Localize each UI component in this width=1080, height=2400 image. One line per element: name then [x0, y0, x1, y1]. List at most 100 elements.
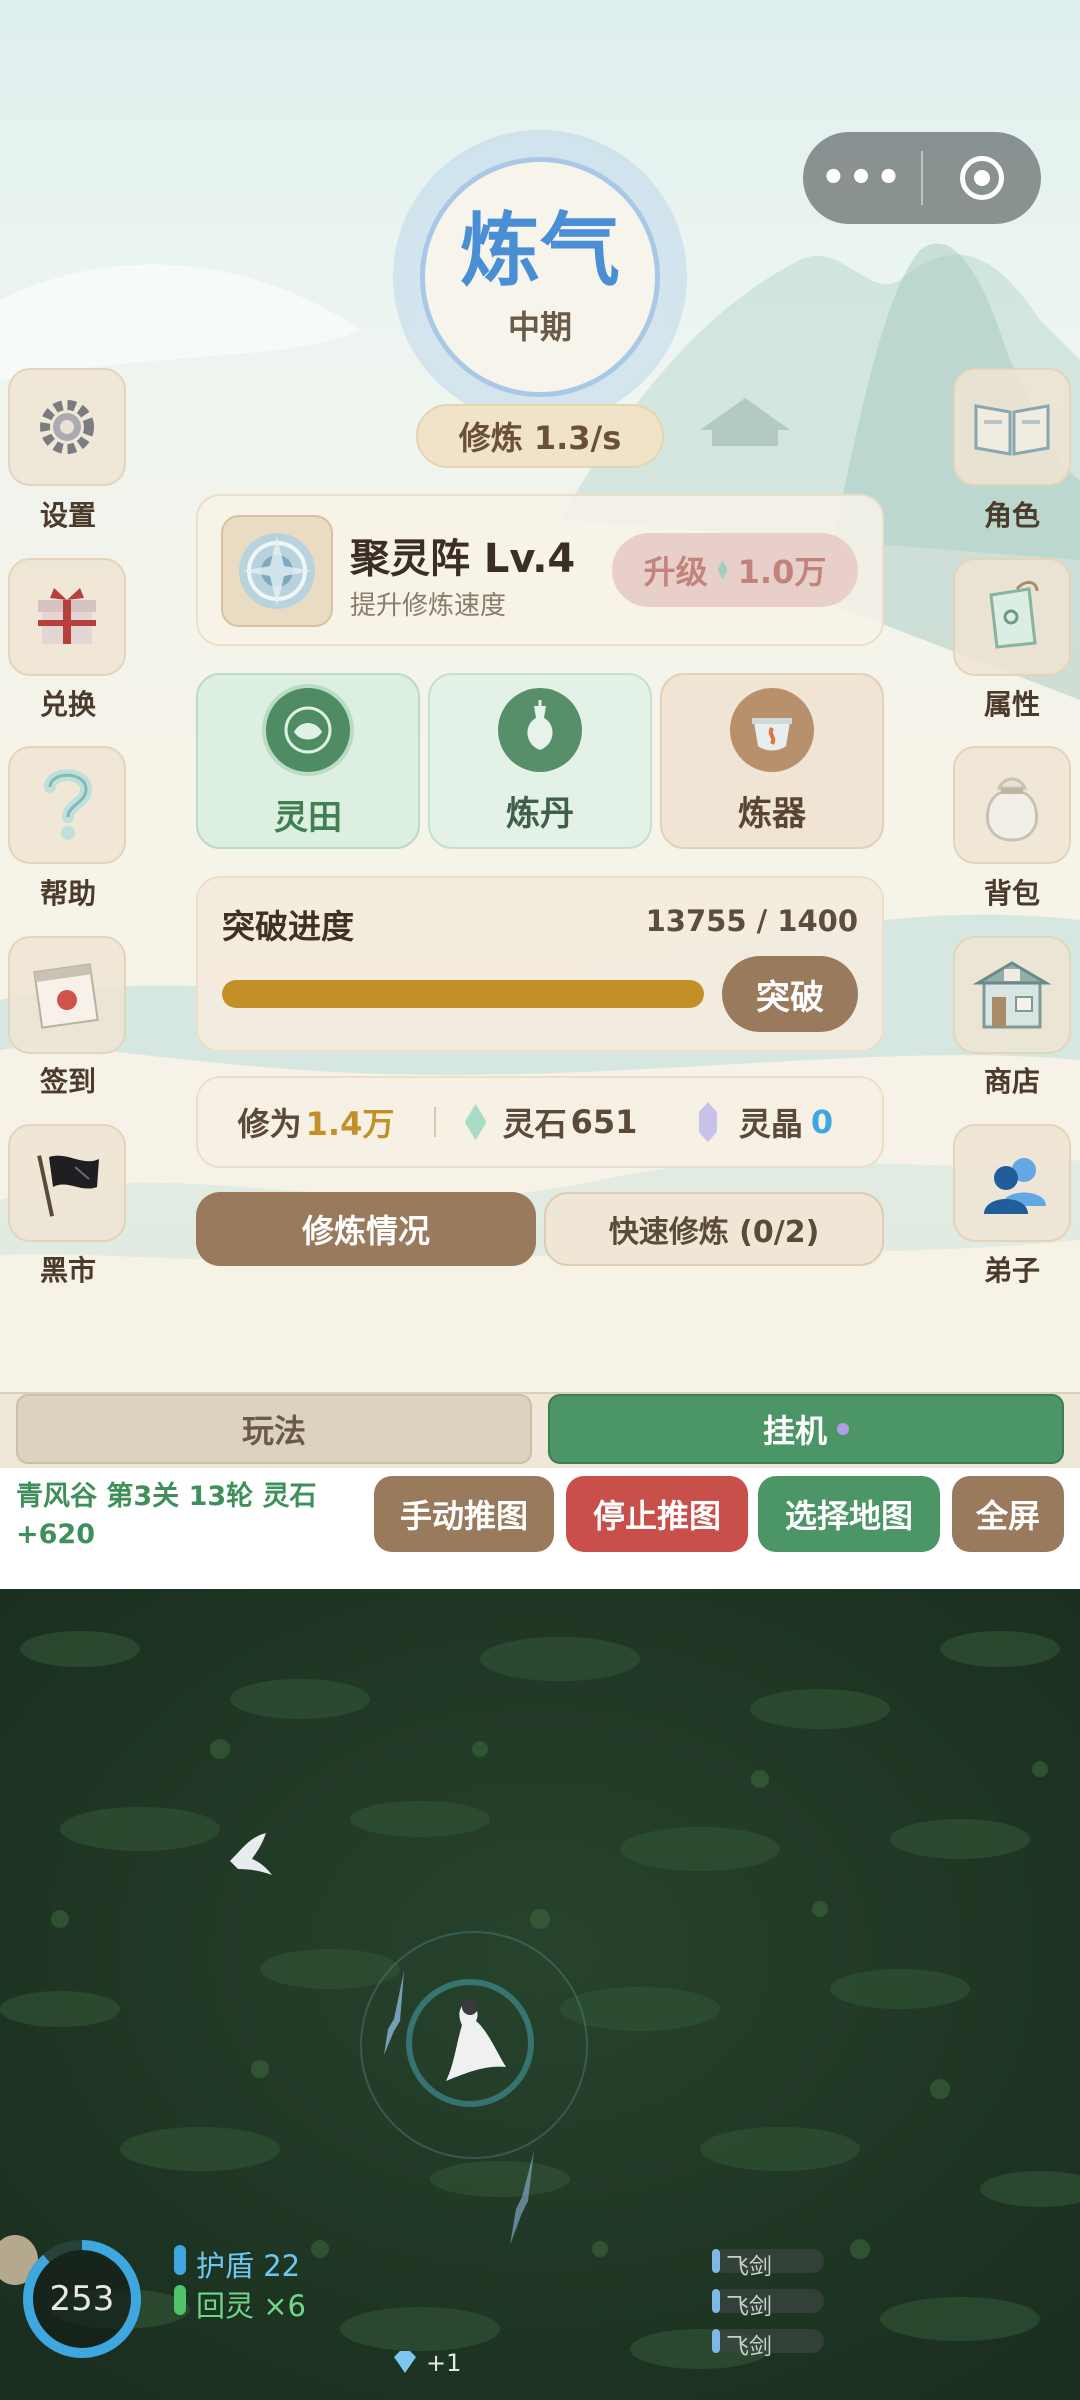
fullscreen-button[interactable]: 全屏 [952, 1476, 1064, 1552]
regen-label: 回灵 [196, 2289, 255, 2323]
cultivation-resource: 修为 1.4万 [198, 1099, 434, 1145]
side-label-help: 帮助 [39, 877, 96, 910]
spirit-array-name: 聚灵阵 Lv.4 [350, 536, 576, 582]
player-sprite [446, 1999, 506, 2081]
skill-cooldown-fill [712, 2329, 720, 2353]
side-item-help[interactable] [8, 746, 126, 864]
spirit-crystal-value: 0 [810, 1103, 834, 1141]
gem-gain: +1 [426, 2349, 462, 2377]
side-item-character[interactable] [953, 368, 1071, 486]
cultivation-status-button[interactable]: 修炼情况 [196, 1192, 536, 1266]
side-label-settings: 设置 [39, 499, 96, 532]
tile-forging-label: 炼器 [738, 793, 806, 834]
cultivation-rate: 修炼 1.3/s [416, 404, 664, 468]
spirit-stone-value: 651 [570, 1103, 638, 1141]
skill-slot: 飞剑 [712, 2289, 824, 2320]
side-item-checkin[interactable] [8, 936, 126, 1054]
tile-forging[interactable]: 炼器 [660, 673, 884, 849]
tab-idle[interactable]: 挂机 [548, 1394, 1064, 1464]
battle-field[interactable]: 253 护盾 22 回灵 ×6 +1 飞剑 飞剑 飞剑 [0, 1589, 1080, 2400]
skill-slot-label: 飞剑 [726, 2294, 772, 2320]
upgrade-button[interactable]: 升级 1.0万 [612, 533, 858, 607]
skill-slot-label: 飞剑 [726, 2334, 772, 2360]
side-label-black-market: 黑市 [39, 1254, 96, 1287]
spirit-field-icon [262, 683, 354, 776]
tag-icon [953, 558, 1071, 676]
stop-push-button[interactable]: 停止推图 [566, 1476, 748, 1552]
hp-value: 253 [49, 2279, 115, 2319]
cultivation-value: 1.4万 [305, 1105, 395, 1143]
regen-value: ×6 [263, 2289, 306, 2323]
question-icon [8, 746, 126, 864]
miniprogram-capsule: ••• [803, 132, 1041, 224]
shield-stat: 护盾 22 [196, 2243, 300, 2285]
bag-icon [953, 746, 1071, 864]
spirit-stone-label: 灵石 [502, 1105, 567, 1143]
spirit-crystal-resource: 灵晶 0 [666, 1099, 866, 1145]
tile-spirit-field-label: 灵田 [274, 797, 342, 838]
flying-sword-icon [384, 1971, 404, 2055]
shield-label: 护盾 [196, 2249, 255, 2283]
realm-stage: 中期 [507, 308, 572, 346]
side-label-checkin: 签到 [39, 1065, 96, 1098]
tab-play[interactable]: 玩法 [16, 1394, 532, 1464]
skill-cooldown-fill [712, 2249, 720, 2273]
shield-bar-icon [174, 2245, 186, 2275]
breakthrough-button[interactable]: 突破 [722, 956, 858, 1032]
realm-name: 炼气 [460, 204, 620, 297]
spirit-crystal-icon [698, 1102, 717, 1142]
select-map-button[interactable]: 选择地图 [758, 1476, 940, 1552]
quick-cultivate-button[interactable]: 快速修炼 (0/2) [544, 1192, 884, 1266]
spirit-array-icon [221, 515, 333, 627]
tab-idle-label: 挂机 [762, 1412, 827, 1450]
upgrade-cost: 1.0万 [737, 553, 827, 591]
more-dots-icon[interactable]: ••• [803, 155, 921, 201]
side-item-exchange[interactable] [8, 558, 126, 676]
skill-cooldown-fill [712, 2289, 720, 2313]
realm-badge: 炼气 中期 [420, 157, 660, 397]
stage-info: 青风谷 第3关 13轮 灵石+620 [16, 1481, 317, 1550]
skill-slot-label: 飞剑 [726, 2254, 772, 2280]
active-dot-icon [837, 1423, 849, 1435]
target-icon[interactable] [923, 156, 1041, 200]
side-item-settings[interactable] [8, 368, 126, 486]
side-item-black-market[interactable] [8, 1124, 126, 1242]
spirit-stone-icon [717, 560, 728, 580]
side-item-disciples[interactable] [953, 1124, 1071, 1242]
side-item-shop[interactable] [953, 936, 1071, 1054]
manual-push-button[interactable]: 手动推图 [374, 1476, 554, 1552]
breakthrough-progress-fill [222, 980, 704, 1008]
cultivation-screen: ••• 炼气 中期 修炼 1.3/s 设置 兑换 帮助 签到 黑市 角色 属性 … [0, 0, 1080, 1392]
alchemy-vase-icon [498, 687, 582, 772]
spirit-array-desc: 提升修炼速度 [350, 591, 507, 621]
regen-stat: 回灵 ×6 [196, 2283, 306, 2325]
side-label-attributes: 属性 [983, 688, 1040, 721]
tile-alchemy[interactable]: 炼丹 [428, 673, 652, 849]
gem-icon [394, 2351, 416, 2373]
breakthrough-title: 突破进度 [222, 907, 354, 946]
skill-slot: 飞剑 [712, 2249, 824, 2280]
tile-spirit-field[interactable]: 灵田 [196, 673, 420, 849]
upgrade-label: 升级 [643, 553, 708, 591]
disciples-icon [953, 1124, 1071, 1242]
enemy-bird-sprite [230, 1833, 272, 1875]
book-icon [953, 368, 1071, 486]
spirit-stone-resource: 灵石 651 [436, 1099, 666, 1145]
calendar-icon [8, 936, 126, 1054]
side-item-attributes[interactable] [953, 558, 1071, 676]
spirit-stone-icon [464, 1104, 487, 1140]
black-flag-icon [8, 1124, 126, 1242]
flying-sword-icon [510, 2151, 534, 2245]
breakthrough-progress-bar [222, 980, 704, 1008]
side-label-exchange: 兑换 [39, 688, 96, 721]
cauldron-icon [730, 687, 814, 772]
shop-icon [953, 936, 1071, 1054]
side-label-disciples: 弟子 [983, 1254, 1040, 1287]
side-item-bag[interactable] [953, 746, 1071, 864]
tile-alchemy-label: 炼丹 [506, 793, 574, 834]
spirit-crystal-label: 灵晶 [738, 1105, 803, 1143]
side-label-character: 角色 [983, 499, 1040, 532]
side-label-bag: 背包 [983, 877, 1040, 910]
cultivation-label: 修为 [237, 1105, 302, 1143]
regen-bar-icon [174, 2285, 186, 2315]
